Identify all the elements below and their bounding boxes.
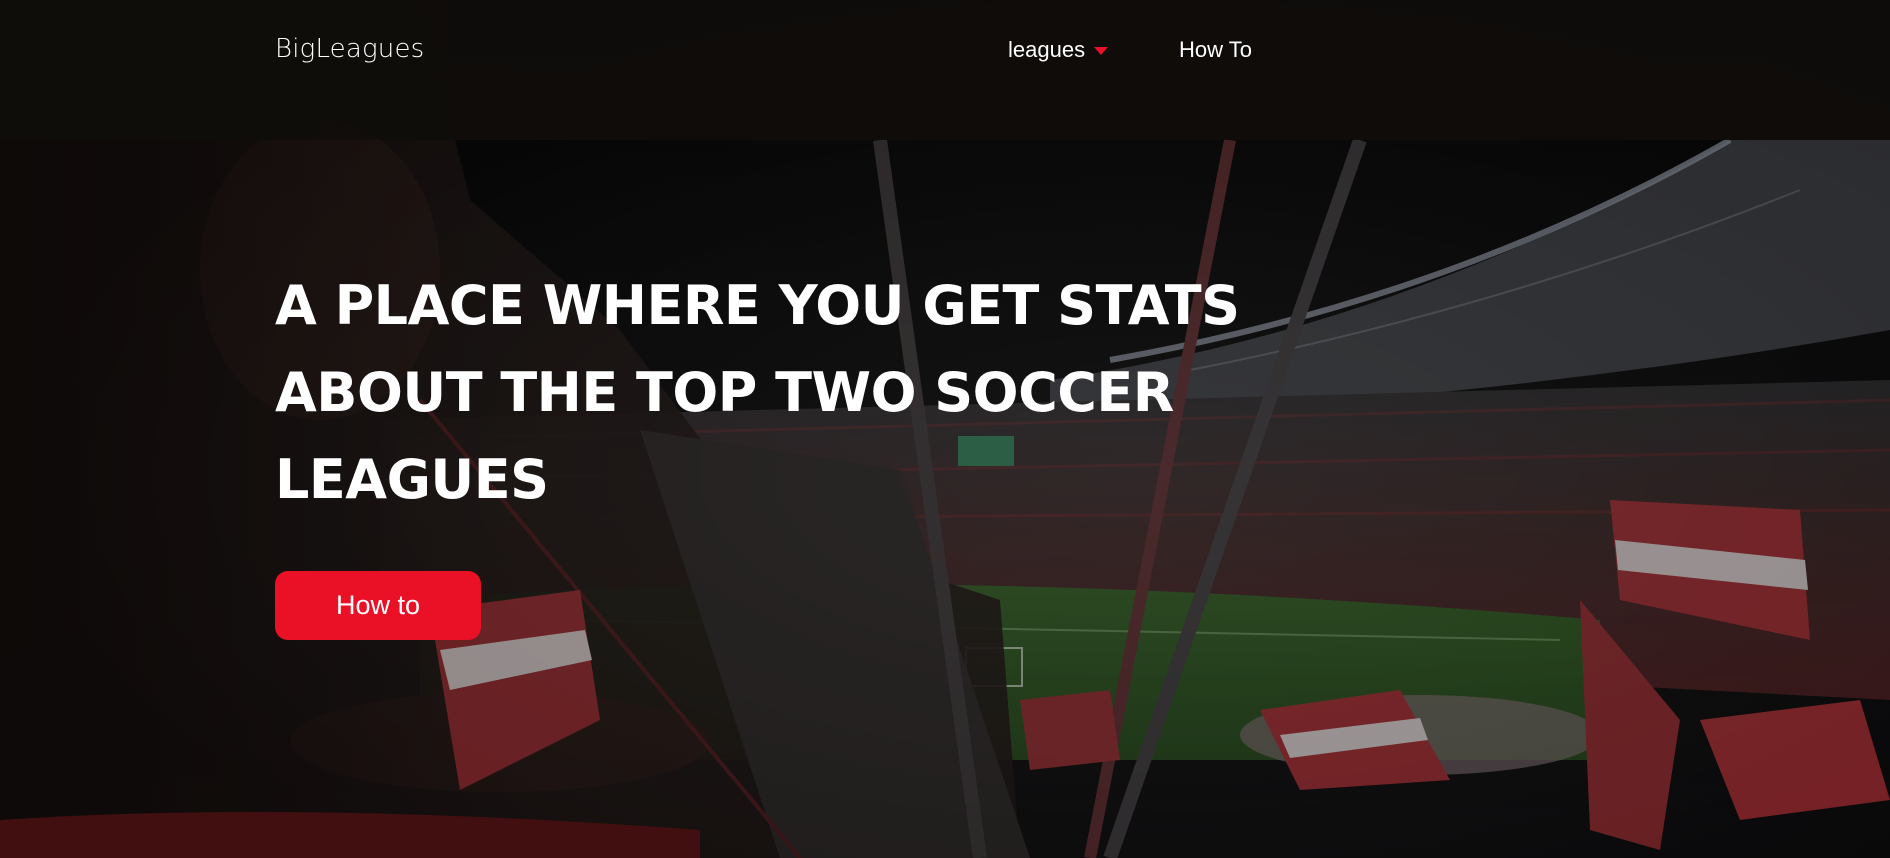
how-to-button[interactable]: How to xyxy=(275,571,481,640)
hero-title: A PLACE WHERE YOU GET STATS ABOUT THE TO… xyxy=(275,274,1240,511)
nav-item-leagues[interactable]: leagues xyxy=(1008,37,1109,63)
caret-down-icon xyxy=(1094,47,1109,55)
landing-page: BigLeagues leagues How To A PLACE WHERE … xyxy=(0,0,1890,858)
top-navbar: BigLeagues leagues How To xyxy=(0,0,1890,100)
nav-item-leagues-label: leagues xyxy=(1008,37,1086,62)
nav-item-how-to[interactable]: How To xyxy=(1179,37,1252,63)
nav-item-how-to-label: How To xyxy=(1179,37,1252,62)
logo[interactable]: BigLeagues xyxy=(275,34,424,64)
